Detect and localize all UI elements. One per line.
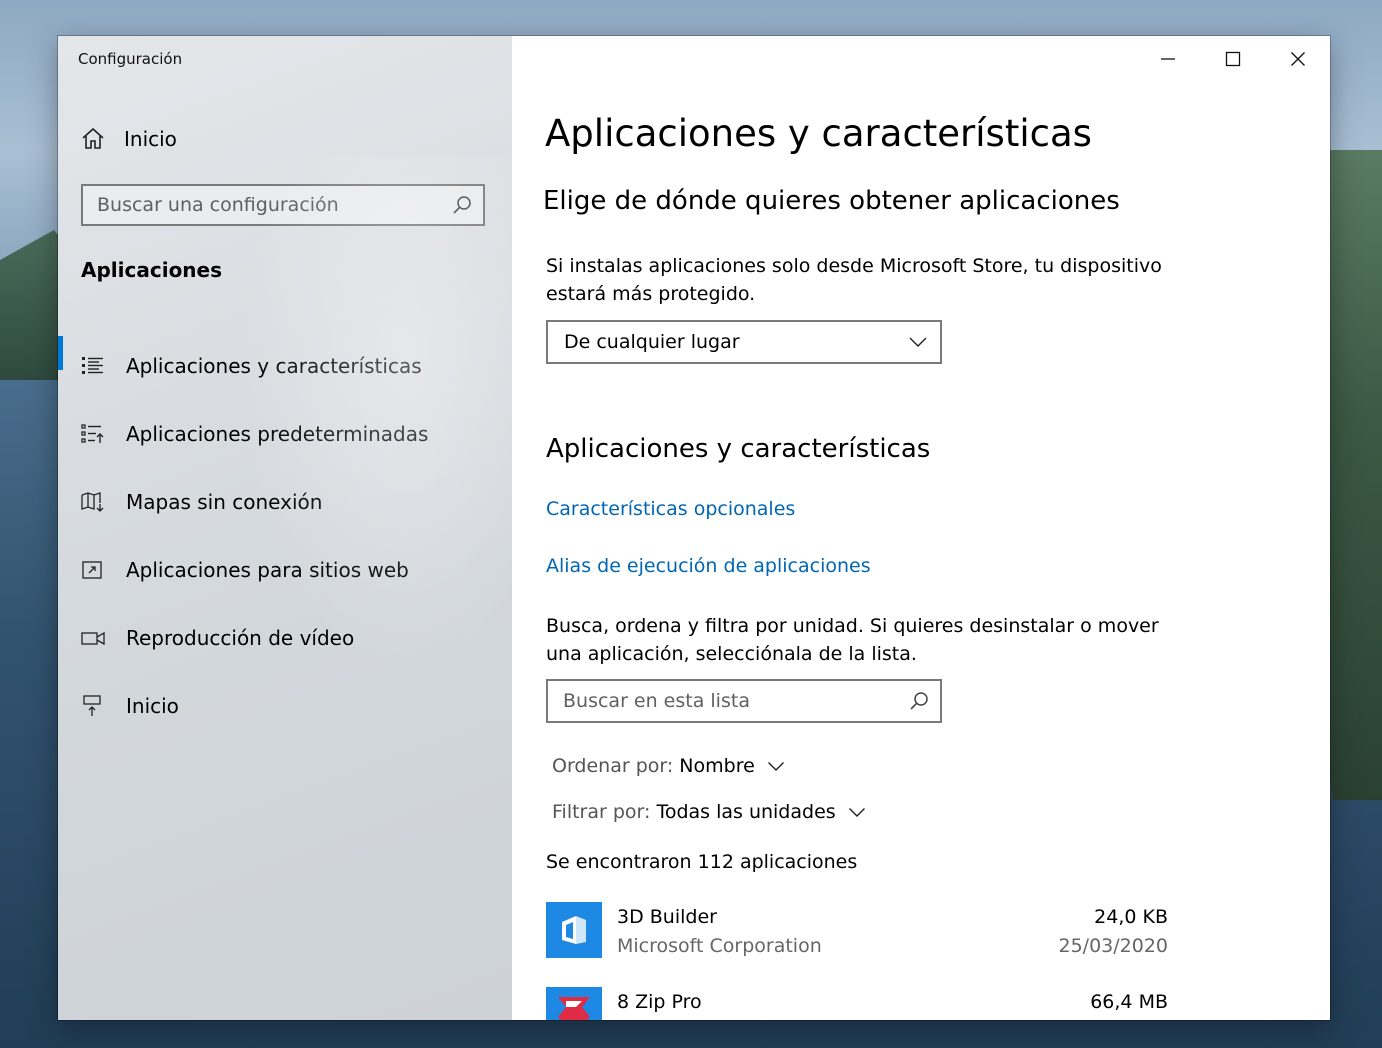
sidebar-item-apps-websites[interactable]: Aplicaciones para sitios web <box>58 536 512 604</box>
sidebar-item-video-playback[interactable]: Reproducción de vídeo <box>58 604 512 672</box>
settings-search-input[interactable] <box>83 193 451 217</box>
search-icon[interactable] <box>908 690 930 712</box>
app-source-dropdown[interactable]: De cualquier lugar <box>546 320 942 364</box>
home-nav[interactable]: Inicio <box>80 122 177 156</box>
app-install-date: 25/03/2020 <box>1058 935 1168 957</box>
app-list-item[interactable]: 3D Builder Microsoft Corporation 24,0 KB… <box>546 902 1168 964</box>
sidebar-nav: Aplicaciones y características Aplicacio… <box>58 332 512 740</box>
sidebar-section-label: Aplicaciones <box>81 258 223 282</box>
sidebar-item-offline-maps[interactable]: Mapas sin conexión <box>58 468 512 536</box>
main-content: Aplicaciones y características Elige de … <box>512 36 1330 1020</box>
sidebar-item-label: Aplicaciones y características <box>126 354 422 378</box>
active-indicator <box>58 336 63 370</box>
sidebar-item-startup[interactable]: Inicio <box>58 672 512 740</box>
sidebar-item-label: Aplicaciones para sitios web <box>126 558 409 582</box>
app-name: 8 Zip Pro <box>617 991 702 1013</box>
8-zip-app-icon <box>546 987 602 1020</box>
close-button[interactable] <box>1265 36 1330 82</box>
apps-for-websites-icon <box>80 557 106 583</box>
video-icon <box>80 625 106 651</box>
sidebar-item-default-apps[interactable]: Aplicaciones predeterminadas <box>58 400 512 468</box>
minimize-button[interactable] <box>1135 36 1200 82</box>
apps-features-heading: Aplicaciones y características <box>546 434 931 464</box>
optional-features-link[interactable]: Características opcionales <box>546 498 795 520</box>
choose-source-heading: Elige de dónde quieres obtener aplicacio… <box>543 186 1120 216</box>
chevron-down-icon <box>848 807 865 817</box>
maximize-icon <box>1225 51 1240 67</box>
sidebar-item-label: Mapas sin conexión <box>126 490 323 514</box>
startup-icon <box>80 693 106 719</box>
home-label: Inicio <box>124 127 177 151</box>
minimize-icon <box>1160 58 1175 60</box>
app-execution-alias-link[interactable]: Alias de ejecución de aplicaciones <box>546 555 871 577</box>
settings-window: Configuración Inicio Aplicaciones <box>58 36 1330 1020</box>
default-apps-icon <box>80 421 106 447</box>
sort-by-value: Nombre <box>679 755 755 777</box>
chevron-down-icon <box>767 761 784 771</box>
sidebar-item-label: Aplicaciones predeterminadas <box>126 422 429 446</box>
sidebar-item-label: Inicio <box>126 694 179 718</box>
list-icon <box>80 353 106 379</box>
sidebar: Configuración Inicio Aplicaciones <box>58 36 518 1020</box>
app-name: 3D Builder <box>617 906 717 928</box>
3d-builder-app-icon <box>546 902 602 958</box>
settings-search[interactable] <box>81 184 485 226</box>
app-publisher: Microsoft Corporation <box>617 935 822 957</box>
choose-source-description: Si instalas aplicaciones solo desde Micr… <box>546 255 1162 305</box>
search-icon[interactable] <box>451 194 473 216</box>
window-title: Configuración <box>78 50 183 68</box>
offline-maps-icon <box>80 489 106 515</box>
home-icon <box>82 127 104 149</box>
maximize-button[interactable] <box>1200 36 1265 82</box>
close-icon <box>1290 52 1305 66</box>
app-list-search[interactable] <box>546 679 942 723</box>
list-description: Busca, ordena y filtra por unidad. Si qu… <box>546 615 1159 665</box>
app-size: 24,0 KB <box>1094 906 1168 928</box>
chevron-down-icon <box>909 337 927 347</box>
apps-found-count: Se encontraron 112 aplicaciones <box>546 851 858 873</box>
filter-by-label: Filtrar por: <box>552 801 651 823</box>
sidebar-item-apps-features[interactable]: Aplicaciones y características <box>58 332 512 400</box>
app-size: 66,4 MB <box>1090 991 1168 1013</box>
sort-by-label: Ordenar por: <box>552 755 674 777</box>
filter-by-value: Todas las unidades <box>656 801 836 823</box>
app-source-value: De cualquier lugar <box>564 331 740 353</box>
sort-by-dropdown[interactable]: Ordenar por: Nombre <box>552 755 785 777</box>
app-list-item[interactable]: 8 Zip Pro 66,4 MB <box>546 987 1168 1020</box>
app-list-search-input[interactable] <box>548 689 908 713</box>
window-controls <box>1135 36 1330 82</box>
page-title: Aplicaciones y características <box>545 112 1092 155</box>
filter-by-dropdown[interactable]: Filtrar por: Todas las unidades <box>552 801 866 823</box>
sidebar-item-label: Reproducción de vídeo <box>126 626 355 650</box>
